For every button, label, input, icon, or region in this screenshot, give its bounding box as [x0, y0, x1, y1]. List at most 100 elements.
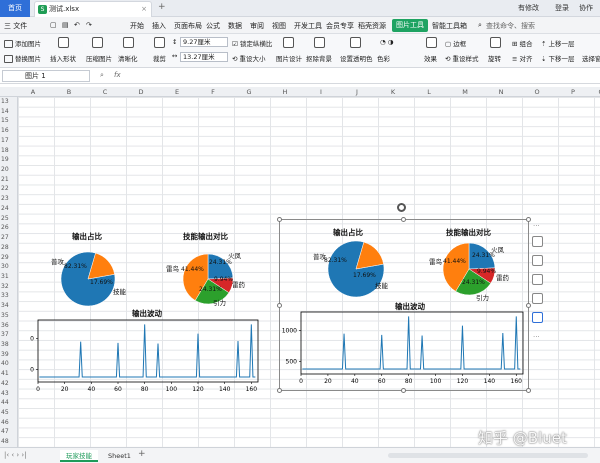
- picture-design-label[interactable]: 图片设计: [276, 53, 302, 63]
- close-icon[interactable]: ×: [141, 2, 147, 17]
- column-header[interactable]: F: [208, 88, 218, 96]
- column-header[interactable]: D: [136, 88, 146, 96]
- menu-formulas[interactable]: 公式: [206, 21, 220, 31]
- select-pane-button[interactable]: 选择窗格: [582, 53, 600, 63]
- tab-home[interactable]: 首页: [0, 0, 30, 17]
- row-header[interactable]: 41: [1, 370, 9, 377]
- menu-home[interactable]: 开始: [130, 21, 144, 31]
- icon-undo[interactable]: ↶: [74, 21, 80, 29]
- column-header[interactable]: M: [460, 88, 470, 96]
- icon-redo[interactable]: ↷: [86, 21, 92, 29]
- menu-docer[interactable]: 稻壳资源: [358, 21, 386, 31]
- resize-handle[interactable]: [526, 303, 531, 308]
- replace-picture-button[interactable]: 替换图片: [4, 53, 41, 63]
- resize-handle[interactable]: [526, 217, 531, 222]
- name-box[interactable]: 图片 1: [2, 70, 90, 82]
- extract-text-icon[interactable]: [532, 293, 543, 304]
- send-backward-button[interactable]: ⇣ 下移一层: [541, 53, 575, 63]
- column-header[interactable]: A: [28, 88, 38, 96]
- column-header[interactable]: E: [172, 88, 182, 96]
- transparent-icon[interactable]: [350, 37, 361, 48]
- menu-data[interactable]: 数据: [228, 21, 242, 31]
- row-header[interactable]: 31: [1, 273, 9, 280]
- fx-icon[interactable]: fx: [114, 71, 121, 79]
- set-transparent-label[interactable]: 设置透明色: [340, 53, 373, 63]
- cutout-label[interactable]: 抠除背景: [306, 53, 332, 63]
- resize-handle[interactable]: [526, 388, 531, 393]
- row-header[interactable]: 43: [1, 390, 9, 397]
- row-header[interactable]: 45: [1, 409, 9, 416]
- add-sheet-icon[interactable]: +: [138, 449, 146, 459]
- row-header[interactable]: 26: [1, 224, 9, 231]
- column-header[interactable]: L: [424, 88, 434, 96]
- column-header[interactable]: J: [352, 88, 362, 96]
- row-header[interactable]: 16: [1, 127, 9, 134]
- color-label[interactable]: 色彩: [377, 53, 390, 63]
- row-header[interactable]: 33: [1, 292, 9, 299]
- color-icons[interactable]: ◔ ◑: [380, 38, 393, 46]
- rotate-label[interactable]: 旋转: [488, 53, 501, 63]
- menu-insert[interactable]: 插入: [152, 21, 166, 31]
- copy-picture-icon[interactable]: [532, 312, 543, 323]
- rotate-handle-icon[interactable]: [397, 203, 406, 212]
- row-header[interactable]: 15: [1, 117, 9, 124]
- sharpen-icon[interactable]: [123, 37, 134, 48]
- row-header[interactable]: 13: [1, 98, 9, 105]
- row-header[interactable]: 28: [1, 244, 9, 251]
- icon-save[interactable]: ▢: [50, 21, 57, 29]
- sheet-nav-icons[interactable]: |‹ ‹ › ›|: [4, 451, 27, 459]
- bulb-icon[interactable]: [532, 274, 543, 285]
- add-picture-button[interactable]: 添加图片: [4, 38, 41, 48]
- column-header[interactable]: G: [244, 88, 254, 96]
- row-header[interactable]: 22: [1, 185, 9, 192]
- column-header[interactable]: Q: [596, 88, 600, 96]
- row-header[interactable]: 17: [1, 137, 9, 144]
- column-header[interactable]: K: [388, 88, 398, 96]
- reset-style-button[interactable]: ⟲ 重设样式: [445, 53, 479, 63]
- horizontal-scrollbar[interactable]: [388, 453, 588, 458]
- row-header[interactable]: 36: [1, 322, 9, 329]
- collaborate-button[interactable]: 协作: [579, 3, 593, 13]
- column-header[interactable]: B: [64, 88, 74, 96]
- compress-label[interactable]: 压缩图片: [86, 53, 112, 63]
- zoom-in-icon[interactable]: [532, 236, 543, 247]
- row-header[interactable]: 48: [1, 438, 9, 445]
- column-header[interactable]: P: [568, 88, 578, 96]
- effects-icon[interactable]: [426, 37, 437, 48]
- crop-label[interactable]: 裁剪: [153, 53, 166, 63]
- crop-icon[interactable]: [154, 37, 165, 48]
- column-header[interactable]: C: [100, 88, 110, 96]
- lock-ratio-checkbox[interactable]: ☑ 锁定纵横比: [232, 38, 272, 48]
- search-icon[interactable]: ⌕: [478, 21, 482, 30]
- menu-page-layout[interactable]: 页面布局: [174, 21, 202, 31]
- row-header[interactable]: 24: [1, 205, 9, 212]
- effects-label[interactable]: 效果: [424, 53, 437, 63]
- sharpen-label[interactable]: 清晰化: [118, 53, 138, 63]
- row-header[interactable]: 14: [1, 108, 9, 115]
- row-header[interactable]: 34: [1, 302, 9, 309]
- rotate-icon[interactable]: [490, 37, 501, 48]
- resize-handle[interactable]: [277, 217, 282, 222]
- border-button[interactable]: ▢ 边框: [445, 38, 466, 48]
- row-header[interactable]: 37: [1, 331, 9, 338]
- row-header[interactable]: 38: [1, 341, 9, 348]
- menu-file[interactable]: 三 文件: [4, 21, 27, 31]
- crop-tool-icon[interactable]: [532, 255, 543, 266]
- row-header[interactable]: 46: [1, 419, 9, 426]
- row-header[interactable]: 25: [1, 215, 9, 222]
- column-header[interactable]: N: [496, 88, 506, 96]
- bring-forward-button[interactable]: ⇡ 上移一层: [541, 38, 575, 48]
- menu-member[interactable]: 会员专享: [326, 21, 354, 31]
- column-header[interactable]: H: [280, 88, 290, 96]
- insert-shape-icon[interactable]: [58, 37, 69, 48]
- row-header[interactable]: 47: [1, 428, 9, 435]
- cutout-icon[interactable]: [314, 37, 325, 48]
- insert-shape-label[interactable]: 插入形状: [50, 53, 76, 63]
- menu-smart-toolbox[interactable]: 智能工具箱: [432, 21, 467, 31]
- align-button[interactable]: ≡ 对齐: [512, 53, 533, 63]
- column-header[interactable]: O: [532, 88, 542, 96]
- row-header[interactable]: 27: [1, 234, 9, 241]
- icon-print[interactable]: ▤: [62, 21, 69, 29]
- resize-handle[interactable]: [277, 388, 282, 393]
- menu-review[interactable]: 审阅: [250, 21, 264, 31]
